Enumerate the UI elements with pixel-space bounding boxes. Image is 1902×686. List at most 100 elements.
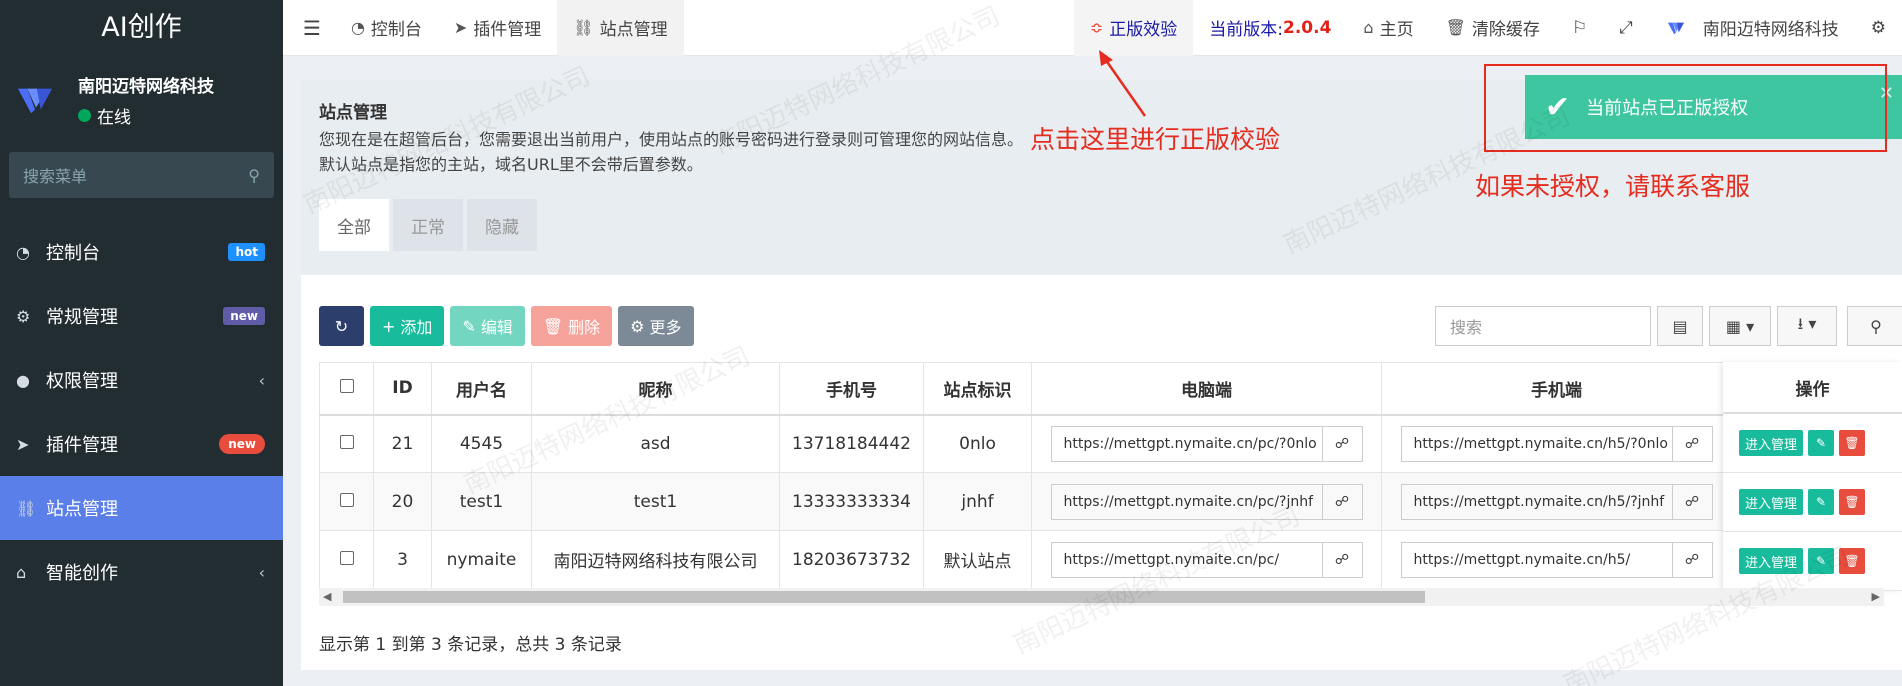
edit-pencil-icon[interactable]: ✎ xyxy=(1808,548,1835,574)
operation-row: 进入管理 ✎ 🗑 xyxy=(1723,473,1902,532)
tab-plugins[interactable]: ➤ 插件管理 xyxy=(438,0,557,56)
tab-dashboard[interactable]: ◔ 控制台 xyxy=(335,0,438,56)
link-icon[interactable]: ☍ xyxy=(1672,425,1713,462)
delete-trash-icon[interactable]: 🗑 xyxy=(1839,489,1866,515)
h5-url-field[interactable]: https://mettgpt.nymaite.cn/h5/ xyxy=(1400,541,1673,578)
table-row[interactable]: 21 4545 asd 13718184442 0nlo https://met… xyxy=(319,414,1732,473)
refresh-button[interactable]: ↻ xyxy=(319,306,364,346)
pc-url-field[interactable]: https://mettgpt.nymaite.cn/pc/ xyxy=(1050,541,1323,578)
h5-url-field[interactable]: https://mettgpt.nymaite.cn/h5/?0nlo xyxy=(1400,425,1673,462)
delete-button[interactable]: 🗑 删除 xyxy=(530,306,613,346)
menu-toggle-icon[interactable]: ☰ xyxy=(283,0,335,56)
cell-pc: https://mettgpt.nymaite.cn/pc/?0nlo ☍ xyxy=(1031,414,1382,473)
cell-phone: 13333333334 xyxy=(779,472,924,531)
settings-icon[interactable]: ⚙ xyxy=(1855,0,1902,56)
sidebar-item-sites[interactable]: ⛓ 站点管理 xyxy=(0,476,283,540)
table-search-input[interactable]: 搜索 xyxy=(1435,306,1651,346)
cell-pc: https://mettgpt.nymaite.cn/pc/?jnhf ☍ xyxy=(1031,472,1382,531)
home-icon: ⌂ xyxy=(1363,18,1374,37)
scroll-left-icon[interactable]: ◀ xyxy=(323,590,331,603)
col-phone[interactable]: 手机号 xyxy=(779,362,924,416)
search-icon[interactable]: ⚲ xyxy=(248,166,260,185)
table-row[interactable]: 20 test1 test1 13333333334 jnhf https://… xyxy=(319,472,1732,531)
translate-icon[interactable]: ⚐ xyxy=(1556,0,1603,56)
tab-hidden[interactable]: 隐藏 xyxy=(467,199,537,251)
link-icon[interactable]: ☍ xyxy=(1322,483,1363,520)
col-id[interactable]: ID xyxy=(373,362,432,416)
add-button[interactable]: + 添加 xyxy=(370,306,445,346)
export-dropdown-icon[interactable]: ⭳ ▾ xyxy=(1777,306,1837,346)
enter-manage-button[interactable]: 进入管理 xyxy=(1739,548,1804,574)
scroll-thumb[interactable] xyxy=(343,591,1425,603)
sidebar-item-creation[interactable]: ⌂ 智能创作 ‹ xyxy=(0,540,283,604)
sidebar-item-label: 站点管理 xyxy=(46,499,118,520)
link-icon[interactable]: ☍ xyxy=(1672,541,1713,578)
enter-manage-button[interactable]: 进入管理 xyxy=(1739,430,1804,456)
row-checkbox[interactable] xyxy=(339,492,354,507)
delete-trash-icon[interactable]: 🗑 xyxy=(1839,430,1866,456)
tab-normal[interactable]: 正常 xyxy=(393,199,463,251)
search-icon[interactable]: ⚲ xyxy=(1847,306,1902,346)
edit-button[interactable]: ✎ 编辑 xyxy=(450,306,525,346)
link-icon[interactable]: ☍ xyxy=(1322,425,1363,462)
row-checkbox-cell[interactable] xyxy=(319,530,374,589)
tab-all[interactable]: 全部 xyxy=(319,199,389,251)
row-checkbox[interactable] xyxy=(339,550,354,565)
company-logo-icon xyxy=(1667,22,1684,34)
company-menu[interactable]: 南阳迈特网络科技 xyxy=(1649,0,1855,56)
table-row[interactable]: 3 nymaite 南阳迈特网络科技有限公司 18203673732 默认站点 … xyxy=(319,530,1732,589)
add-label: 添加 xyxy=(400,318,433,337)
fullscreen-icon[interactable]: ⤢ xyxy=(1603,0,1649,56)
h5-url-field[interactable]: https://mettgpt.nymaite.cn/h5/?jnhf xyxy=(1400,483,1673,520)
col-h5[interactable]: 手机端 xyxy=(1381,362,1732,416)
pc-url-field[interactable]: https://mettgpt.nymaite.cn/pc/?jnhf xyxy=(1050,483,1323,520)
version-label: 当前版本: xyxy=(1209,20,1284,40)
col-pc[interactable]: 电脑端 xyxy=(1031,362,1382,416)
home-link[interactable]: ⌂ 主页 xyxy=(1347,0,1429,56)
sidebar-item-general[interactable]: ⚙ 常规管理 new xyxy=(0,284,283,348)
brand-title[interactable]: AI创作 xyxy=(0,0,283,56)
hot-badge: hot xyxy=(228,243,265,261)
sidebar-item-dashboard[interactable]: ◔ 控制台 hot xyxy=(0,220,283,284)
home-label: 主页 xyxy=(1379,20,1414,40)
sidebar: AI创作 南阳迈特网络科技 在线 搜索菜单 ⚲ ◔ 控制台 hot ⚙ 常规管理… xyxy=(0,0,283,686)
sidebar-item-permissions[interactable]: ● 权限管理 ‹ xyxy=(0,348,283,412)
sidebar-item-plugins[interactable]: ➤ 插件管理 new xyxy=(0,412,283,476)
link-icon[interactable]: ☍ xyxy=(1672,483,1713,520)
tab-sites[interactable]: ⛓ 站点管理 xyxy=(557,0,684,56)
annotation-contact-hint: 如果未授权，请联系客服 xyxy=(1475,172,1751,201)
cell-nickname: 南阳迈特网络科技有限公司 xyxy=(531,530,780,589)
cell-phone: 18203673732 xyxy=(779,530,924,589)
columns-dropdown-icon[interactable]: ▦ ▾ xyxy=(1709,306,1771,346)
clear-cache-button[interactable]: 🗑 清除缓存 xyxy=(1430,0,1556,56)
verify-link[interactable]: ≎ 正版效验 xyxy=(1073,0,1194,56)
rocket-icon: ➤ xyxy=(16,434,30,454)
trash-icon: 🗑 xyxy=(1445,18,1466,37)
top-navbar: ☰ ◔ 控制台 ➤ 插件管理 ⛓ 站点管理 ≎ 正版效验 当前版本: 2.0.4… xyxy=(283,0,1902,56)
delete-trash-icon[interactable]: 🗑 xyxy=(1839,548,1866,574)
row-checkbox-cell[interactable] xyxy=(319,414,374,473)
col-username[interactable]: 用户名 xyxy=(431,362,532,416)
scroll-right-icon[interactable]: ▶ xyxy=(1872,590,1880,603)
row-checkbox-cell[interactable] xyxy=(319,472,374,531)
pc-url-field[interactable]: https://mettgpt.nymaite.cn/pc/?0nlo xyxy=(1050,425,1323,462)
link-icon[interactable]: ☍ xyxy=(1322,541,1363,578)
select-all-checkbox[interactable] xyxy=(339,379,354,394)
more-button[interactable]: ⚙ 更多 xyxy=(618,306,694,346)
col-operation: 操作 xyxy=(1723,362,1902,414)
col-nickname[interactable]: 昵称 xyxy=(531,362,780,416)
enter-manage-button[interactable]: 进入管理 xyxy=(1739,489,1804,515)
edit-pencil-icon[interactable]: ✎ xyxy=(1808,489,1835,515)
select-all-checkbox-cell[interactable] xyxy=(319,362,374,416)
new-badge: new xyxy=(219,434,265,454)
row-checkbox[interactable] xyxy=(339,434,354,449)
col-site-id[interactable]: 站点标识 xyxy=(923,362,1032,416)
cell-h5: https://mettgpt.nymaite.cn/h5/?jnhf ☍ xyxy=(1381,472,1732,531)
edit-pencil-icon[interactable]: ✎ xyxy=(1808,430,1835,456)
operation-row: 进入管理 ✎ 🗑 xyxy=(1723,532,1902,591)
toggle-view-icon[interactable]: ▤ xyxy=(1657,306,1703,346)
horizontal-scrollbar[interactable]: ◀ ▶ xyxy=(319,588,1884,606)
sidebar-search-input[interactable]: 搜索菜单 ⚲ xyxy=(9,152,274,198)
cell-username: 4545 xyxy=(431,414,532,473)
refresh-icon: ↻ xyxy=(334,316,349,336)
